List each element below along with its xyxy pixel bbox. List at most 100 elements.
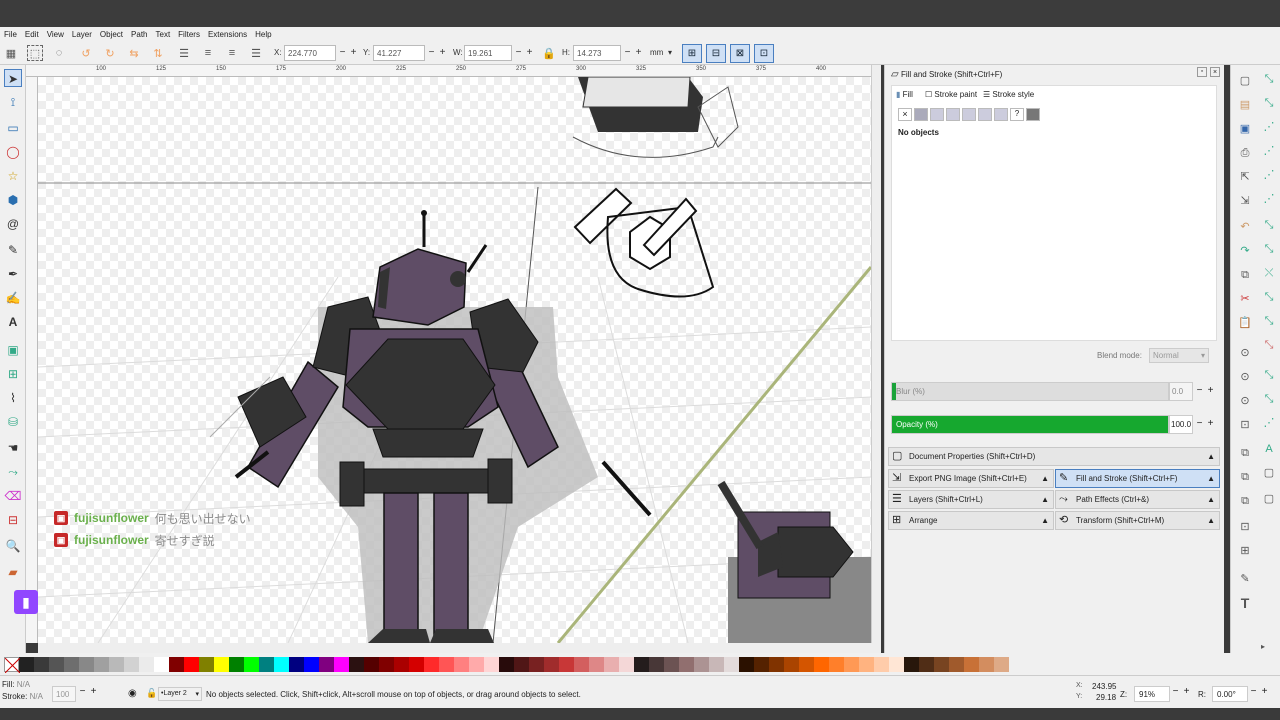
color-swatch[interactable] (394, 656, 409, 672)
paste-icon[interactable]: 📋 (1237, 315, 1253, 331)
blur-increment-button[interactable]: + (1205, 382, 1216, 401)
selector-tool-icon[interactable]: ➤ (4, 69, 22, 87)
blur-input[interactable]: 0.0 (1169, 382, 1193, 401)
group-icon[interactable]: ⊡ (1237, 519, 1253, 535)
select-all-layers-icon[interactable]: ⬚ (27, 45, 43, 61)
color-swatch[interactable] (919, 656, 934, 672)
height-input[interactable]: 14.273 (573, 45, 621, 61)
color-swatch[interactable] (49, 656, 64, 672)
menu-view[interactable]: View (47, 30, 64, 39)
cut-icon[interactable]: ✂ (1237, 291, 1253, 307)
width-increment-button[interactable]: + (524, 45, 535, 61)
color-swatch[interactable] (169, 656, 184, 672)
ungroup-icon[interactable]: ⊞ (1237, 543, 1253, 559)
rotate-ccw-icon[interactable]: ↺ (78, 45, 94, 61)
text-tool-icon[interactable]: A (4, 313, 22, 331)
eraser-tool-icon[interactable]: ⌫ (4, 487, 22, 505)
snap-centers-icon[interactable]: ⤡ (1261, 367, 1277, 383)
snap-bbox-corner-icon[interactable]: ⋰ (1261, 143, 1277, 159)
color-swatch[interactable] (124, 656, 139, 672)
rotate-cw-icon[interactable]: ↻ (102, 45, 118, 61)
height-increment-button[interactable]: + (633, 45, 644, 61)
snap-bbox-midpoint-icon[interactable]: ⋰ (1261, 167, 1277, 183)
color-swatch[interactable] (889, 656, 904, 672)
lower-icon[interactable]: ≡ (224, 45, 240, 61)
opacity-slider[interactable]: Opacity (%) (891, 415, 1169, 434)
color-swatch[interactable] (244, 656, 259, 672)
snap-cusp-icon[interactable]: ⤡ (1261, 289, 1277, 305)
scale-corners-toggle-icon[interactable]: ⊟ (706, 44, 726, 63)
color-swatch[interactable] (319, 656, 334, 672)
color-swatch[interactable] (934, 656, 949, 672)
pattern-icon[interactable] (978, 108, 992, 121)
color-swatch[interactable] (724, 656, 739, 672)
pencil-tool-icon[interactable]: ✎ (4, 241, 22, 259)
zoom-tool-icon[interactable]: 🔍 (4, 537, 22, 555)
color-swatch[interactable] (514, 656, 529, 672)
color-swatch[interactable] (739, 656, 754, 672)
color-swatch[interactable] (304, 656, 319, 672)
zoom-decrement[interactable]: − (1170, 686, 1181, 702)
width-decrement-button[interactable]: − (513, 45, 524, 61)
snap-rotation-center-icon[interactable]: ⤡ (1261, 391, 1277, 407)
tab-fill[interactable]: ▮ Fill (896, 90, 913, 99)
color-swatch[interactable] (94, 656, 109, 672)
calligraphy-tool-icon[interactable]: ✍ (4, 289, 22, 307)
color-swatch[interactable] (694, 656, 709, 672)
open-icon[interactable]: ▤ (1237, 97, 1253, 113)
dock-close-icon[interactable]: × (1210, 67, 1220, 77)
linear-gradient-icon[interactable] (930, 108, 944, 121)
zoom-page-width-icon[interactable]: ⊡ (1237, 417, 1253, 433)
snap-midpoints-icon[interactable]: ⤡ (1261, 337, 1277, 353)
mesh-tool-icon[interactable]: ⊞ (4, 365, 22, 383)
unset-paint-icon[interactable]: ? (1010, 108, 1024, 121)
layer-lock-icon[interactable]: 🔓 (146, 688, 157, 699)
swatch-icon[interactable] (994, 108, 1008, 121)
duplicate-icon[interactable]: ⧉ (1237, 445, 1253, 461)
move-gradients-toggle-icon[interactable]: ⊠ (730, 44, 750, 63)
fill-stroke-dialog-icon[interactable]: ✎ (1237, 571, 1253, 587)
flat-color-icon[interactable] (914, 108, 928, 121)
undo-icon[interactable]: ↶ (1237, 219, 1253, 235)
menu-text[interactable]: Text (156, 30, 171, 39)
color-swatch[interactable] (199, 656, 214, 672)
move-patterns-toggle-icon[interactable]: ⊡ (754, 44, 774, 63)
color-swatch[interactable] (649, 656, 664, 672)
color-swatch[interactable] (484, 656, 499, 672)
print-icon[interactable]: ⎙ (1237, 145, 1253, 161)
opacity-increment-button[interactable]: + (1205, 415, 1216, 434)
select-all-icon[interactable]: ▦ (3, 45, 19, 61)
zoom-input[interactable]: 91% (1134, 686, 1170, 702)
color-swatch[interactable] (754, 656, 769, 672)
snap-paths-icon[interactable]: ⤡ (1261, 241, 1277, 257)
zoom-selection-icon[interactable]: ⊙ (1237, 345, 1253, 361)
connector-tool-icon[interactable]: ⤳ (4, 463, 22, 481)
spiral-tool-icon[interactable]: @ (4, 215, 22, 233)
lock-proportions-icon[interactable]: 🔒 (541, 45, 557, 61)
paint-bucket-tool-icon[interactable]: ⛁ (4, 413, 22, 431)
menu-file[interactable]: File (4, 30, 17, 39)
pen-tool-icon[interactable]: ✒ (4, 265, 22, 283)
export-icon[interactable]: ⇲ (1237, 193, 1253, 209)
copy-icon[interactable]: ⧉ (1237, 267, 1253, 283)
raise-icon[interactable]: ≡ (200, 45, 216, 61)
no-paint-icon[interactable]: × (898, 108, 912, 121)
x-decrement-button[interactable]: − (337, 45, 348, 61)
color-swatch[interactable] (379, 656, 394, 672)
color-swatch[interactable] (874, 656, 889, 672)
color-swatch[interactable] (814, 656, 829, 672)
y-increment-button[interactable]: + (437, 45, 448, 61)
opacity-status-input[interactable]: 100 (52, 686, 76, 702)
rectangle-tool-icon[interactable]: ▭ (4, 119, 22, 137)
color-swatch[interactable] (709, 656, 724, 672)
color-swatch[interactable] (664, 656, 679, 672)
layer-visibility-icon[interactable]: ◉ (128, 688, 137, 699)
color-swatch[interactable] (604, 656, 619, 672)
dock-fill-stroke-button[interactable]: ✎ Fill and Stroke (Shift+Ctrl+F) ▲ (1055, 469, 1220, 488)
color-swatch[interactable] (409, 656, 424, 672)
menu-help[interactable]: Help (255, 30, 271, 39)
measure-tool-icon[interactable]: ⊟ (4, 511, 22, 529)
x-increment-button[interactable]: + (348, 45, 359, 61)
color-swatch[interactable] (424, 656, 439, 672)
star-tool-icon[interactable]: ☆ (4, 167, 22, 185)
